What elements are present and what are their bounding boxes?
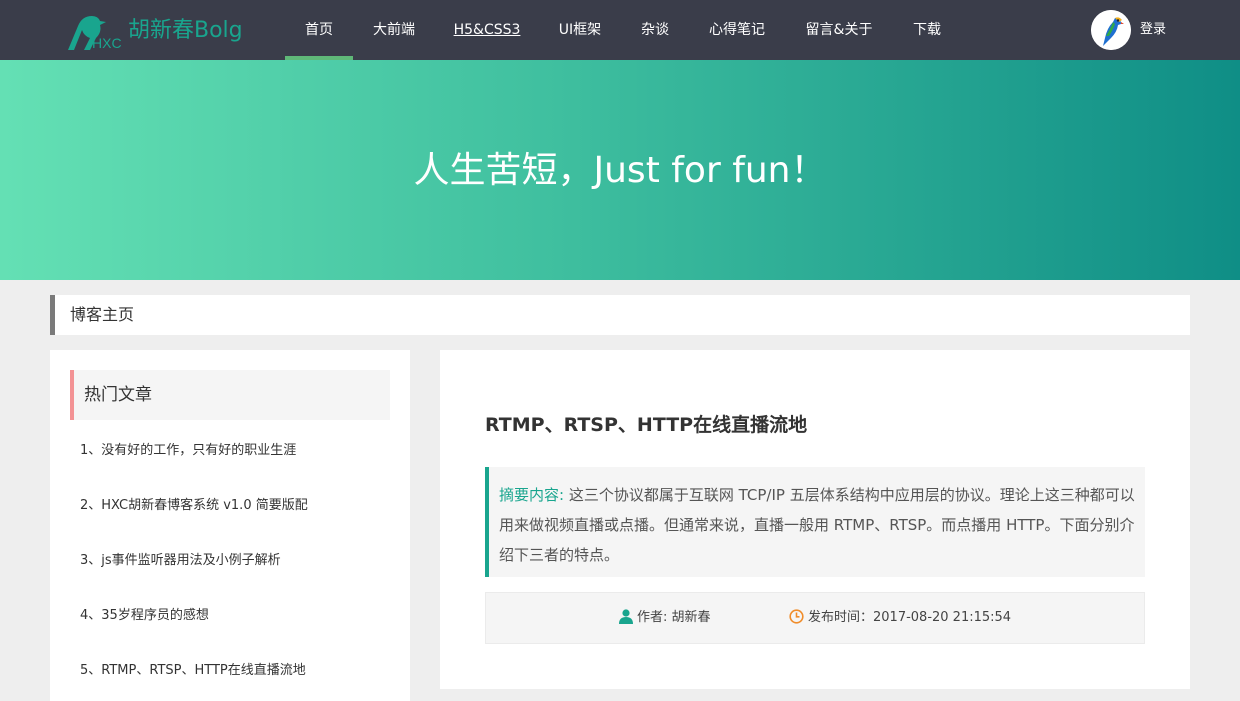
nav-home-label: 首页 [305, 22, 333, 38]
article-meta: 作者: 胡新春 发布时间：2017-08-20 21:15:54 [485, 592, 1145, 644]
author-text: 作者: 胡新春 [637, 610, 711, 625]
breadcrumb-label: 博客主页 [70, 305, 135, 324]
nav-ui-framework[interactable]: UI框架 [550, 0, 610, 60]
hot-articles-header: 热门文章 [70, 370, 390, 420]
summary-label: 摘要内容: [499, 486, 565, 504]
article-title[interactable]: RTMP、RTSP、HTTP在线直播流地 [485, 410, 807, 437]
nav-misc[interactable]: 杂谈 [628, 0, 682, 60]
nav-home[interactable]: 首页 [285, 0, 353, 60]
nav-about-label: 留言&关于 [805, 22, 873, 38]
nav-download-label: 下载 [913, 22, 941, 38]
nav-frontend[interactable]: 大前端 [364, 0, 424, 60]
nav-h5css3[interactable]: H5&CSS3 [444, 0, 530, 60]
clock-icon [789, 609, 804, 624]
hot-article-item[interactable]: 5、RTMP、RTSP、HTTP在线直播流地 [80, 661, 306, 681]
site-logo[interactable]: HXC 胡新春Bolg [66, 12, 256, 52]
hot-article-item[interactable]: 2、HXC胡新春博客系统 v1.0 简要版配 [80, 496, 308, 516]
article-publish-time: 发布时间：2017-08-20 21:15:54 [789, 593, 1011, 643]
summary-text: 这三个协议都属于互联网 TCP/IP 五层体系结构中应用层的协议。理论上这三种都… [499, 486, 1135, 564]
publish-time-text: 发布时间：2017-08-20 21:15:54 [808, 610, 1012, 625]
nav-notes-label: 心得笔记 [709, 22, 765, 38]
nav-frontend-label: 大前端 [373, 22, 415, 38]
article-card: RTMP、RTSP、HTTP在线直播流地 摘要内容: 这三个协议都属于互联网 T… [440, 350, 1190, 689]
breadcrumb: 博客主页 [50, 295, 1190, 335]
hot-article-item[interactable]: 1、没有好的工作，只有好的职业生涯 [80, 441, 296, 461]
hero-banner: 人生苦短，Just for fun！ [0, 60, 1240, 280]
hot-article-item[interactable]: 3、js事件监听器用法及小例子解析 [80, 551, 281, 571]
parrot-avatar-icon [1091, 10, 1131, 50]
article-summary: 摘要内容: 这三个协议都属于互联网 TCP/IP 五层体系结构中应用层的协议。理… [485, 467, 1145, 577]
user-icon [619, 609, 633, 624]
nav-ui-framework-label: UI框架 [558, 22, 602, 38]
nav-about[interactable]: 留言&关于 [795, 0, 883, 60]
nav-h5css3-label: H5&CSS3 [453, 22, 521, 38]
logo-hxc-text: HXC [92, 35, 122, 51]
login-link[interactable]: 登录 [1140, 0, 1166, 60]
nav-notes[interactable]: 心得笔记 [700, 0, 774, 60]
top-navbar: HXC 胡新春Bolg 首页 大前端 H5&CSS3 UI框架 杂谈 心得笔记 … [0, 0, 1240, 60]
nav-download[interactable]: 下载 [903, 0, 951, 60]
hot-articles-title: 热门文章 [84, 385, 152, 405]
hot-article-item[interactable]: 4、35岁程序员的感想 [80, 606, 209, 626]
hot-articles-panel: 热门文章 1、没有好的工作，只有好的职业生涯 2、HXC胡新春博客系统 v1.0… [50, 350, 410, 701]
nav-misc-label: 杂谈 [641, 22, 669, 38]
article-author: 作者: 胡新春 [619, 593, 711, 643]
user-avatar[interactable] [1091, 10, 1131, 50]
logo-title: 胡新春Bolg [128, 18, 243, 43]
banner-slogan: 人生苦短，Just for fun！ [413, 150, 827, 191]
